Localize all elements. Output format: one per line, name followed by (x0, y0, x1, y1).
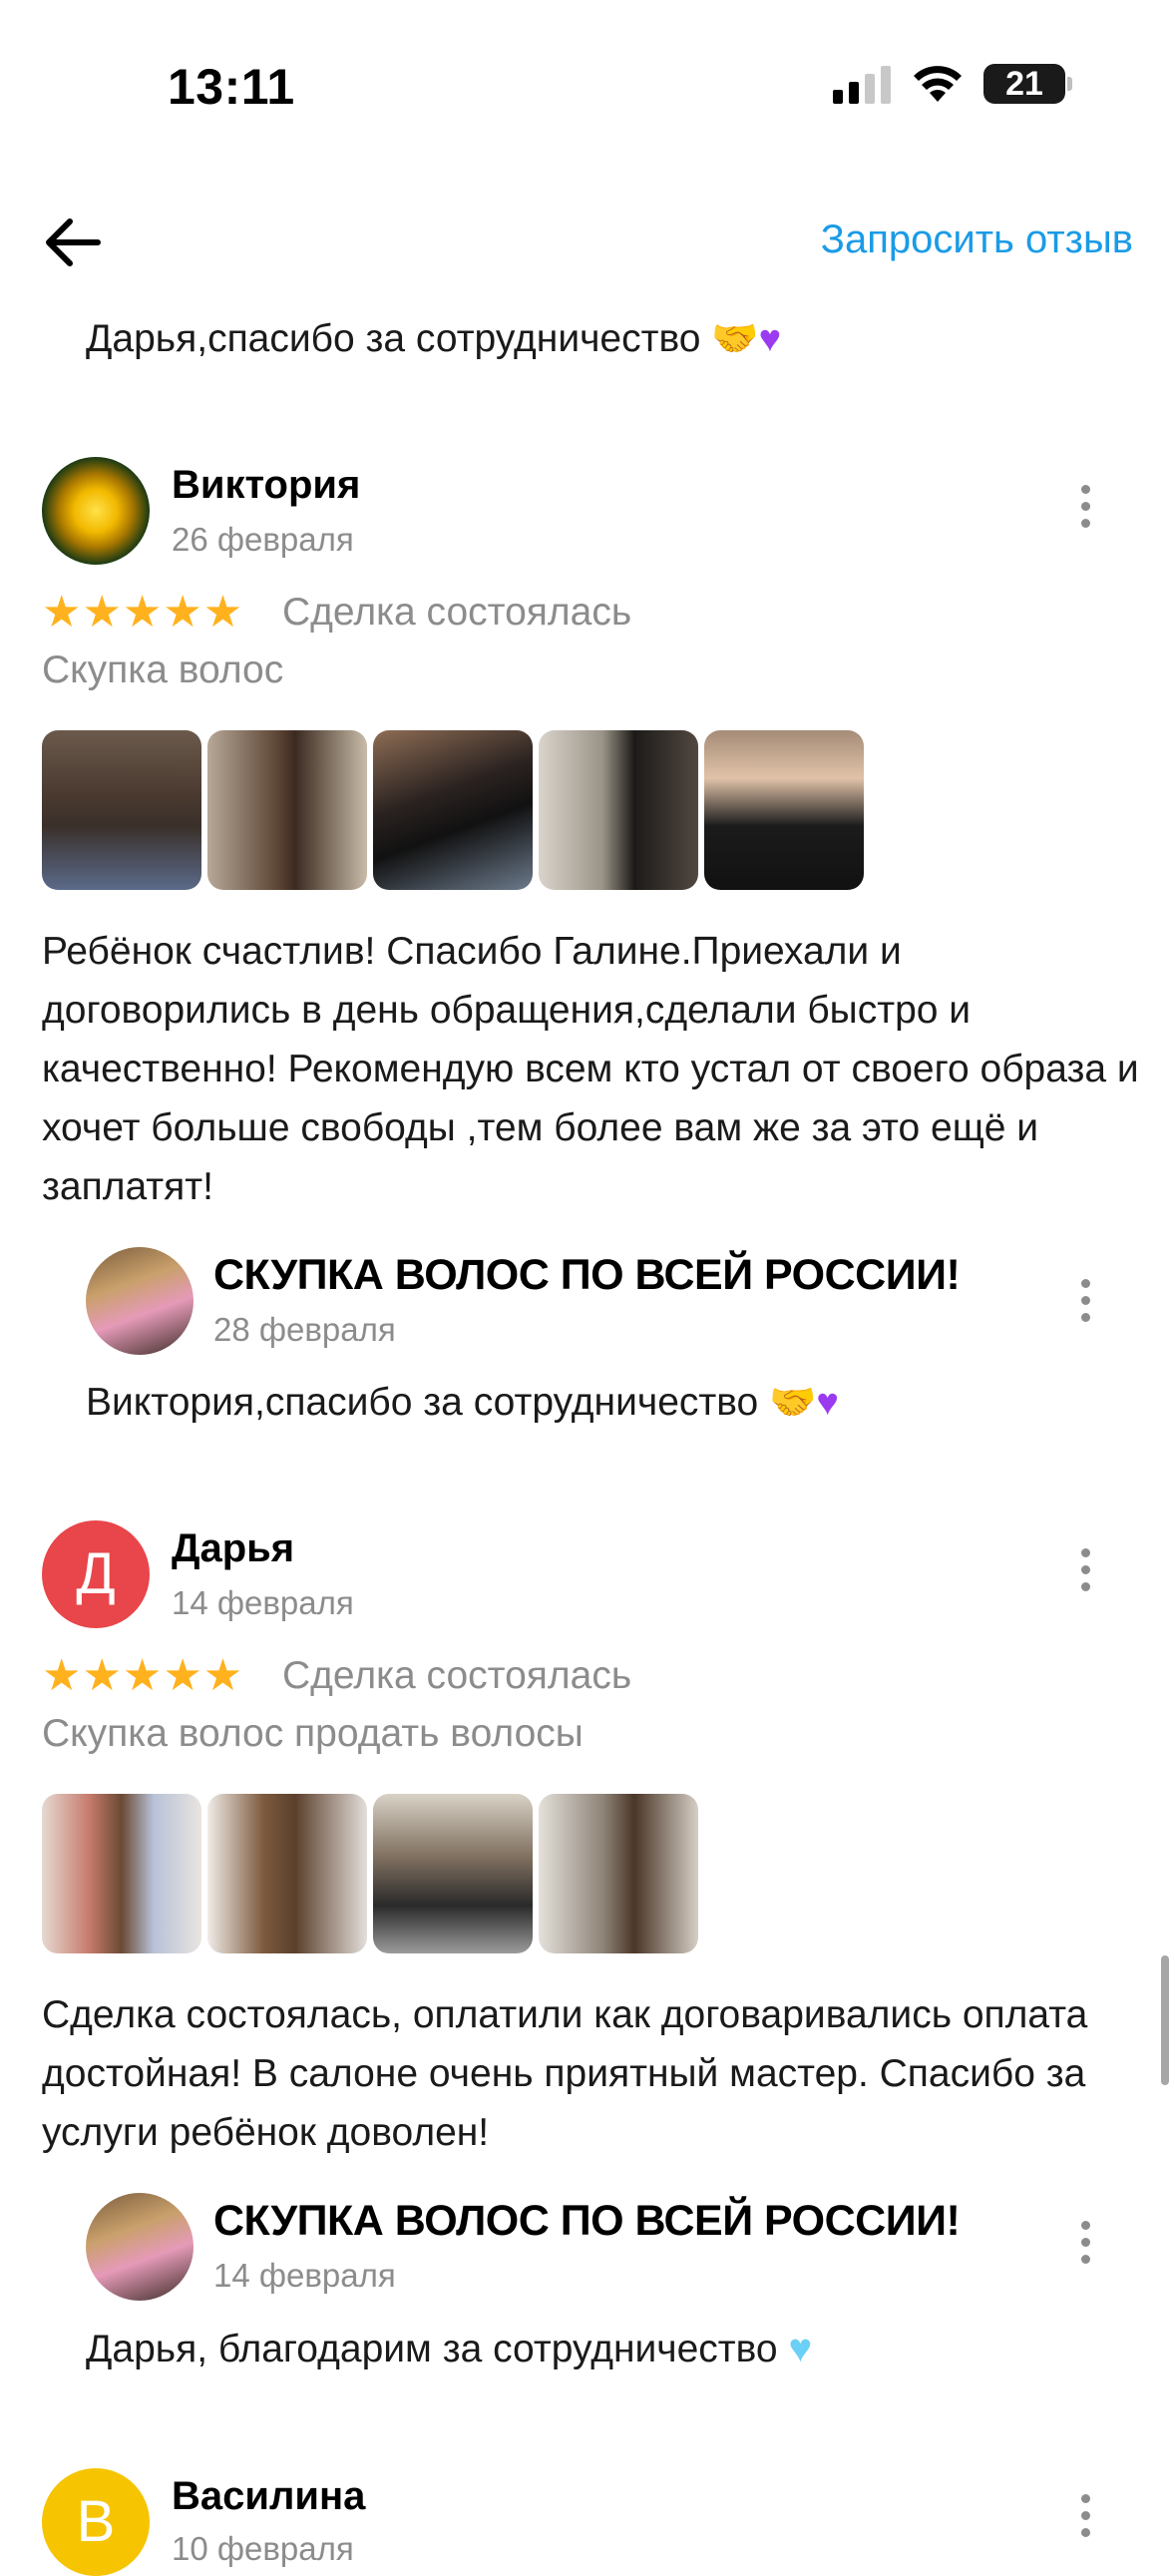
battery-level: 21 (1005, 65, 1043, 103)
review-date: 14 февраля (172, 1584, 354, 1621)
handshake-icon: 🤝 (769, 1382, 817, 1424)
deal-status: Сделка состоялась (282, 591, 632, 634)
light-blue-heart-icon: ♥ (788, 2327, 813, 2370)
avatar[interactable] (42, 457, 150, 565)
shop-name[interactable]: СКУПКА ВОЛОС ПО ВСЕЙ РОССИИ! (213, 2197, 961, 2246)
service-name: Скупка волос продать волосы (42, 1712, 584, 1755)
reply-text: Виктория,спасибо за сотрудничество 🤝♥ (86, 1381, 839, 1425)
more-options-icon[interactable] (1070, 485, 1100, 537)
deal-status: Сделка состоялась (282, 1654, 632, 1697)
review-photo[interactable] (539, 730, 698, 890)
review-photos (42, 730, 864, 890)
more-options-icon[interactable] (1070, 1279, 1100, 1331)
status-time: 13:11 (168, 59, 295, 115)
shop-name[interactable]: СКУПКА ВОЛОС ПО ВСЕЙ РОССИИ! (213, 1251, 961, 1300)
reviewer-name[interactable]: Виктория (172, 463, 360, 508)
battery-icon: 21 (983, 64, 1065, 104)
avatar[interactable]: В (42, 2468, 150, 2576)
review-photo[interactable] (539, 1794, 698, 1953)
rating-stars: ★★★★★ (42, 1651, 244, 1700)
more-options-icon[interactable] (1070, 2494, 1100, 2546)
review-photo[interactable] (42, 1794, 201, 1953)
review-photo[interactable] (373, 1794, 533, 1953)
review-photo[interactable] (207, 730, 367, 890)
reply-text: Дарья, благодарим за сотрудничество ♥ (86, 2327, 812, 2371)
review-text: Сделка состоялась, оплатили как договари… (42, 1993, 1088, 2154)
reply-text-content: Дарья, благодарим за сотрудничество (86, 2328, 778, 2370)
battery-tip (1067, 77, 1072, 91)
reply-text-content: Дарья,спасибо за сотрудничество (86, 317, 701, 360)
review-date: 10 февраля (172, 2530, 354, 2567)
review-photo[interactable] (207, 1794, 367, 1953)
avatar[interactable]: Д (42, 1520, 150, 1628)
reviewer-name[interactable]: Василина (172, 2474, 365, 2519)
review-text: Ребёнок счастлив! Спасибо Галине.Приехал… (42, 930, 1139, 1208)
rating-stars: ★★★★★ (42, 588, 244, 637)
wifi-icon (914, 66, 962, 102)
reply-date: 28 февраля (213, 1311, 396, 1348)
arrow-left-icon[interactable] (40, 210, 106, 275)
reply-date: 14 февраля (213, 2257, 396, 2294)
request-review-button[interactable]: Запросить отзыв (821, 217, 1133, 262)
review-photo[interactable] (373, 730, 533, 890)
handshake-icon: 🤝 (711, 318, 759, 360)
shop-avatar[interactable] (86, 1247, 194, 1355)
review-date: 26 февраля (172, 521, 354, 558)
reply-text-content: Виктория,спасибо за сотрудничество (86, 1381, 759, 1424)
service-name: Скупка волос (42, 648, 284, 691)
more-options-icon[interactable] (1070, 1548, 1100, 1600)
reply-text: Дарья,спасибо за сотрудничество 🤝♥ (86, 317, 781, 361)
purple-heart-icon: ♥ (758, 318, 782, 360)
review-photo[interactable] (42, 730, 201, 890)
purple-heart-icon: ♥ (816, 1382, 839, 1424)
shop-avatar[interactable] (86, 2193, 194, 2301)
scrollbar[interactable] (1161, 1955, 1169, 2085)
review-photo[interactable] (704, 730, 864, 890)
cellular-signal-icon (833, 66, 891, 104)
more-options-icon[interactable] (1070, 2221, 1100, 2273)
reviewer-name[interactable]: Дарья (172, 1526, 294, 1571)
review-photos (42, 1794, 698, 1953)
